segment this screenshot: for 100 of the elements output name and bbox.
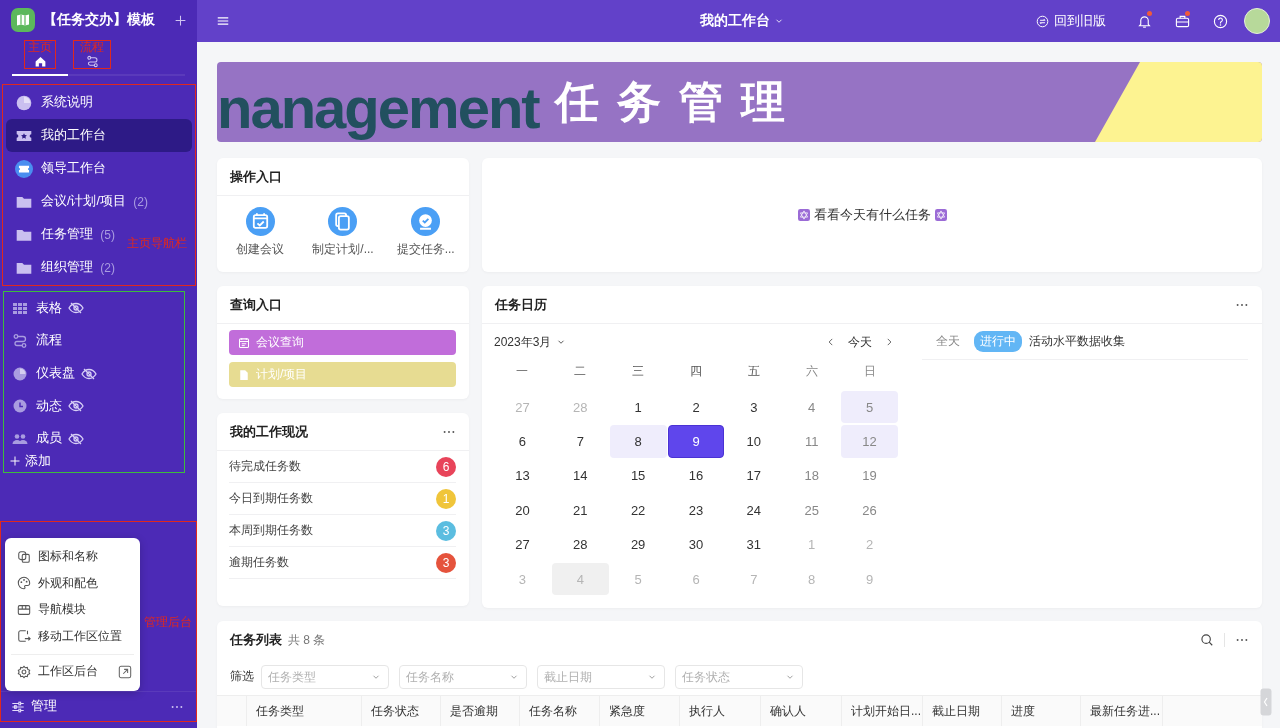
nav-item[interactable]: 领导工作台 [6, 152, 110, 185]
calendar-day[interactable]: 15 [609, 459, 667, 493]
calendar-day[interactable]: 4 [783, 391, 841, 424]
collapse-handle-icon[interactable] [1260, 688, 1272, 716]
calendar-day[interactable]: 13 [494, 459, 551, 493]
calendar-day[interactable]: 10 [725, 425, 783, 458]
calendar-day[interactable]: 21 [551, 494, 609, 527]
copy-icon [17, 549, 31, 564]
menu-item[interactable]: 工作区后台 [5, 658, 140, 685]
calendar-day[interactable]: 30 [667, 528, 725, 561]
calendar-day[interactable]: 31 [725, 528, 783, 561]
nav-item[interactable]: 会议/计划/项目 (2) [6, 185, 152, 218]
workspace-title: 【任务交办】模板 [43, 11, 156, 29]
calendar-day[interactable]: 2 [667, 391, 725, 424]
old-version-link[interactable]: 回到旧版 [1036, 12, 1106, 30]
menu-icon[interactable] [216, 14, 230, 28]
calendar-day[interactable]: 16 [667, 459, 725, 493]
action-button[interactable]: 提交任务... [386, 207, 465, 258]
action-button[interactable]: 创建会议 [221, 207, 300, 258]
manage-button[interactable]: 管理 [11, 698, 57, 715]
count-badge: 3 [436, 552, 456, 573]
calendar-day[interactable]: 9 [667, 425, 725, 458]
card-title: 操作入口 [230, 167, 282, 186]
grid-icon [12, 300, 28, 317]
calendar-day[interactable]: 26 [841, 494, 898, 527]
column-header: 最新任务进... [1081, 696, 1163, 726]
chevron-right-icon[interactable] [884, 337, 894, 347]
filter-select[interactable]: 任务类型 [261, 664, 389, 689]
workspace-switcher[interactable]: 我的工作台 [700, 12, 784, 30]
today-button[interactable]: 今天 [848, 333, 872, 351]
filter-select[interactable]: 任务状态 [675, 664, 803, 689]
calendar-day[interactable]: 1 [609, 391, 667, 424]
count-badge: 6 [436, 456, 456, 477]
avatar[interactable] [1244, 8, 1270, 34]
banner-title: 任务管理 [554, 75, 803, 128]
column-header: 任务类型 [247, 696, 362, 726]
menu-item[interactable]: 图标和名称 [5, 543, 140, 570]
weekday-label: 三 [631, 362, 646, 380]
calendar-day[interactable]: 3 [725, 391, 783, 424]
menu-item[interactable]: 导航模块 [5, 596, 140, 623]
event-row[interactable]: 全天 进行中 活动水平数据收集 [922, 324, 1248, 360]
nav-item[interactable]: 仪表盘 [4, 357, 105, 390]
count-badge: 3 [436, 520, 456, 541]
calendar-day[interactable]: 20 [494, 494, 551, 527]
calendar-icon [238, 336, 250, 349]
help-icon [1212, 13, 1228, 29]
event-title: 活动水平数据收集 [1029, 333, 1125, 350]
sliders-icon [11, 699, 25, 714]
prompt-text: 看看今天有什么任务 [813, 206, 931, 224]
nav-item[interactable]: 我的工作台 [6, 119, 192, 152]
calendar-day[interactable]: 27 [494, 528, 551, 561]
calendar-day[interactable]: 29 [609, 528, 667, 561]
nav-item[interactable]: 任务管理 (5) [6, 218, 119, 251]
calendar-day[interactable]: 11 [783, 425, 841, 458]
filter-label: 筛选 [230, 668, 254, 685]
pie-chart-icon [12, 365, 28, 382]
all-day-label: 全天 [936, 333, 960, 350]
move-icon [17, 629, 31, 644]
calendar-day[interactable]: 17 [725, 459, 783, 493]
calendar-day[interactable]: 28 [551, 528, 609, 561]
column-header: 任务名称 [520, 696, 600, 726]
nav-item[interactable]: 动态 [4, 389, 92, 423]
calendar-day[interactable]: 7 [551, 425, 609, 458]
calendar-day[interactable]: 25 [783, 494, 841, 527]
bell-icon [1136, 13, 1152, 29]
flowchart-icon [85, 55, 99, 68]
nav-item[interactable]: 流程 [4, 324, 70, 358]
filter-select[interactable]: 任务名称 [399, 664, 527, 689]
month-picker[interactable]: 2023年3月 [494, 333, 567, 351]
star-icon [797, 209, 810, 221]
action-button[interactable]: 制定计划/... [304, 207, 382, 258]
calendar-day[interactable]: 23 [667, 494, 725, 527]
search-icon[interactable] [1200, 632, 1214, 647]
status-tag: 进行中 [974, 331, 1022, 352]
calendar-day[interactable]: 22 [609, 494, 667, 527]
menu-item[interactable]: 外观和配色 [5, 570, 140, 597]
calendar-day[interactable]: 8 [609, 425, 667, 458]
calendar-day[interactable]: 6 [494, 425, 551, 458]
calendar-day[interactable]: 18 [783, 459, 841, 493]
column-header: 截止日期 [923, 696, 1002, 726]
clock-icon [12, 398, 28, 415]
weekday-label: 二 [573, 362, 588, 380]
nav-item[interactable]: 表格 [4, 292, 92, 325]
menu-item[interactable]: 移动工作区位置 [5, 623, 140, 650]
chevron-left-icon[interactable] [826, 337, 836, 347]
nav-item[interactable]: 系统说明 [6, 86, 97, 119]
status-label: 逾期任务数 [229, 554, 289, 571]
nav-item[interactable]: 组织管理 (2) [6, 251, 119, 284]
column-header: 紧急度 [600, 696, 680, 726]
calendar-day[interactable]: 24 [725, 494, 783, 527]
plus-icon[interactable] [174, 13, 187, 27]
add-button[interactable]: 添加 [4, 450, 51, 472]
record-count: 共 8 条 [288, 631, 326, 649]
briefcase-icon [1174, 13, 1190, 29]
calendar-day[interactable]: 14 [551, 459, 609, 493]
card-title: 任务日历 [495, 295, 547, 314]
calendar-day[interactable]: 19 [841, 459, 898, 493]
filter-select[interactable]: 截止日期 [537, 664, 665, 689]
status-label: 本周到期任务数 [229, 522, 313, 539]
pie-chart-icon [15, 93, 33, 112]
